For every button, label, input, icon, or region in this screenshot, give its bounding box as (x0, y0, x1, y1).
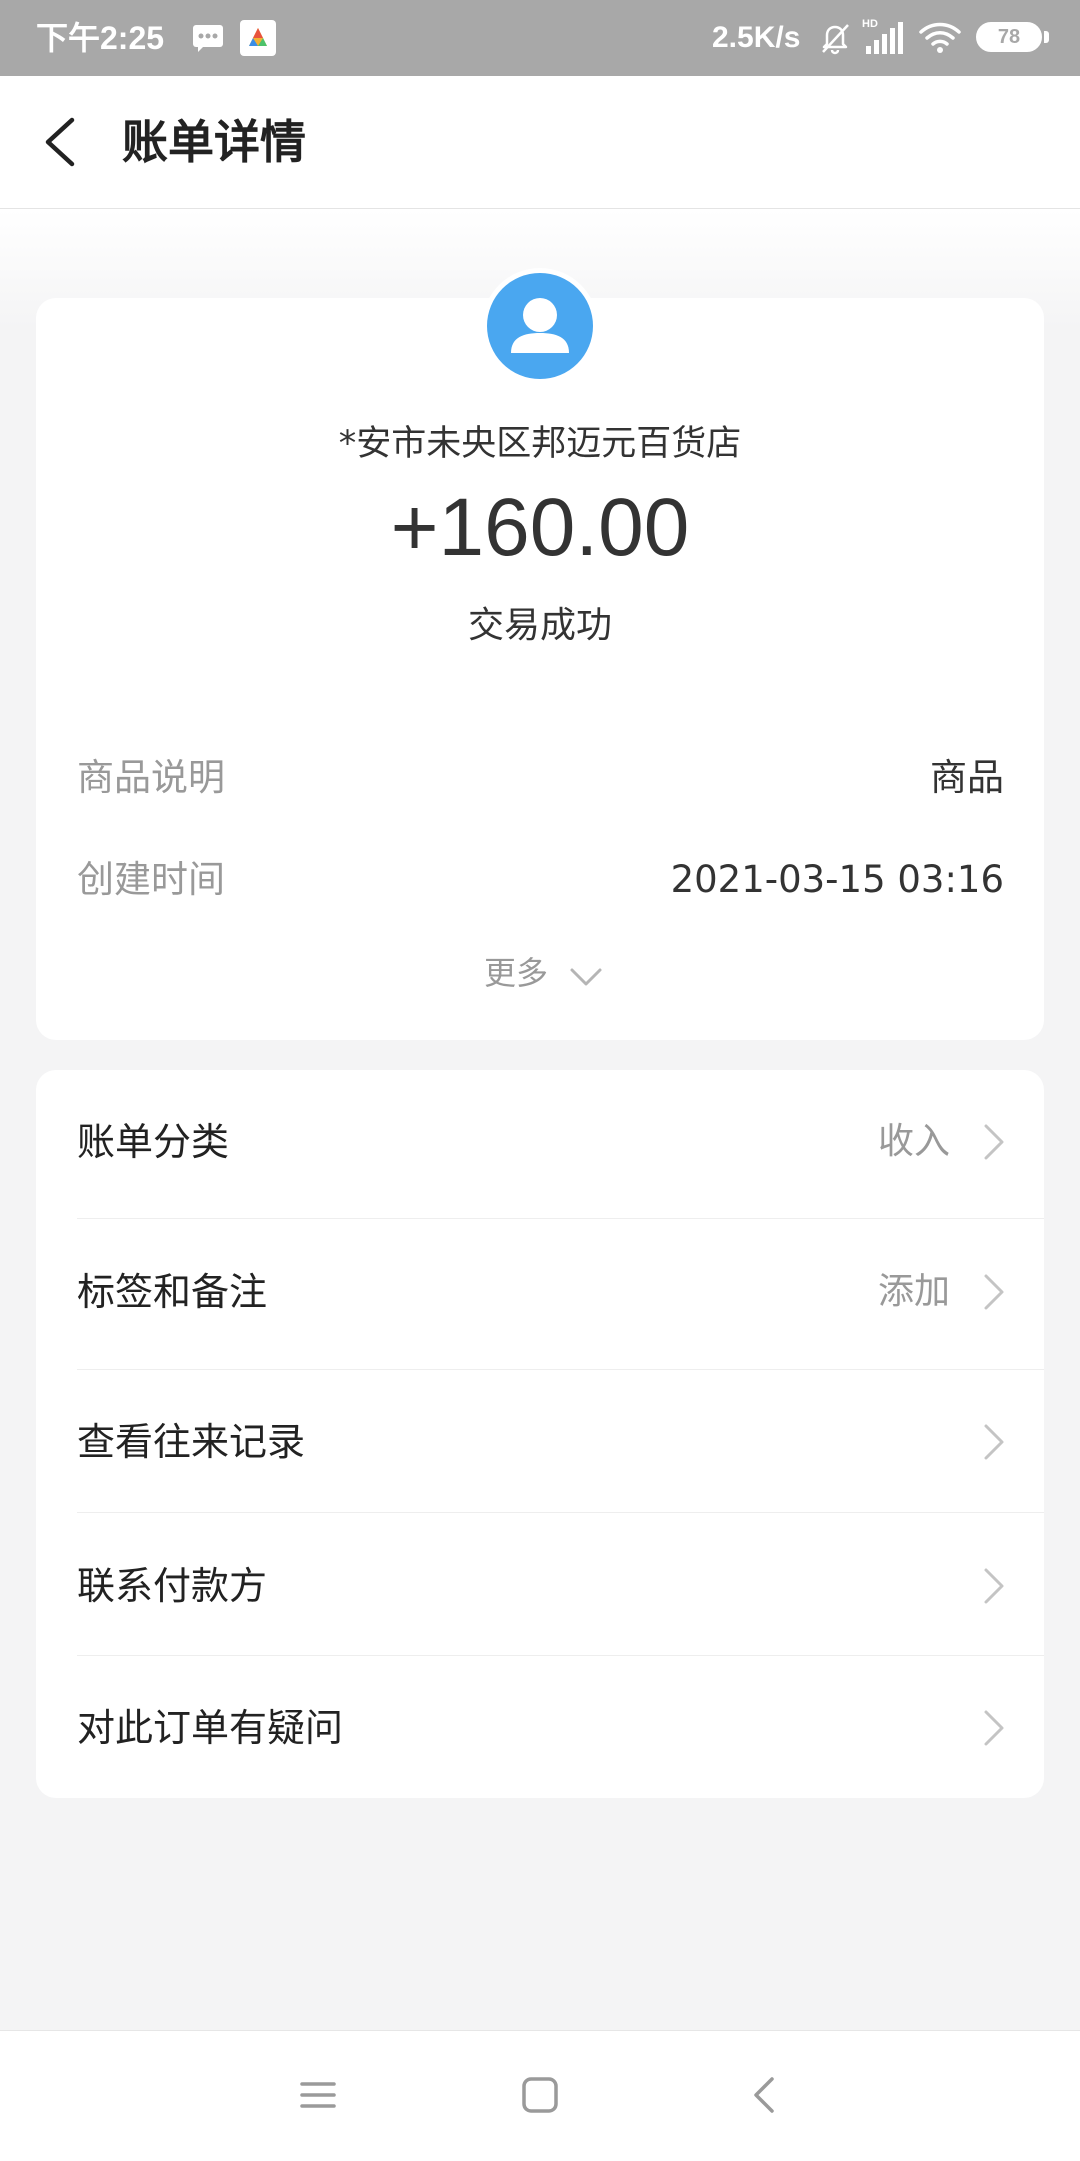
status-time: 下午2:25 (36, 20, 165, 56)
system-nav-bar (0, 2030, 1080, 2161)
chevron-down-icon[interactable] (566, 958, 606, 998)
message-icon (193, 25, 223, 52)
user-avatar-icon (482, 268, 598, 384)
battery-level: 78 (997, 26, 1021, 48)
chevron-left-icon[interactable] (30, 106, 94, 178)
divider (77, 1218, 1044, 1219)
signal-icon: HD (862, 18, 903, 54)
app-header: 账单详情 (0, 76, 1080, 209)
bell-muted-icon (822, 24, 849, 55)
summary-card (36, 298, 1044, 1040)
action-label: 对此订单有疑问 (77, 1706, 344, 1750)
battery-icon: 78 (976, 22, 1042, 52)
more-button[interactable]: 更多 (484, 948, 548, 994)
action-row-tags[interactable]: 标签和备注 添加 (36, 1264, 1044, 1320)
app-icon (240, 20, 276, 56)
action-row-history[interactable]: 查看往来记录 (36, 1414, 1044, 1470)
transaction-amount: +160.00 (390, 482, 690, 573)
action-value: 收入 (877, 1121, 950, 1162)
detail-value-created: 2021-03-15 03:16 (670, 858, 1004, 901)
status-bar: 下午2:25 2.5K/s HD 78 (0, 0, 1080, 76)
chevron-right-icon (984, 1710, 1004, 1746)
divider (77, 1512, 1044, 1513)
detail-value-product: 商品 (930, 756, 1004, 799)
wifi-icon (919, 22, 961, 53)
network-label: HD (862, 18, 878, 30)
home-icon[interactable] (504, 2059, 576, 2131)
action-row-category[interactable]: 账单分类 收入 (36, 1114, 1044, 1170)
chevron-right-icon (984, 1424, 1004, 1460)
action-label: 联系付款方 (77, 1564, 268, 1608)
action-value: 添加 (877, 1271, 950, 1312)
divider (77, 1369, 1044, 1370)
action-row-contact[interactable]: 联系付款方 (36, 1558, 1044, 1614)
chevron-right-icon (984, 1124, 1004, 1160)
divider (77, 1655, 1044, 1656)
page-title: 账单详情 (122, 115, 306, 169)
battery-tip (1044, 31, 1049, 43)
action-row-question[interactable]: 对此订单有疑问 (36, 1700, 1044, 1756)
transaction-status: 交易成功 (467, 605, 612, 646)
chevron-right-icon (984, 1274, 1004, 1310)
back-icon[interactable] (730, 2059, 802, 2131)
menu-icon[interactable] (282, 2059, 354, 2131)
chevron-right-icon (984, 1568, 1004, 1604)
detail-label-created: 创建时间 (77, 858, 225, 901)
action-label: 账单分类 (77, 1120, 230, 1164)
action-label: 标签和备注 (77, 1270, 268, 1314)
merchant-name: *安市未央区邦迈元百货店 (338, 424, 742, 464)
detail-label-product: 商品说明 (77, 756, 225, 799)
action-label: 查看往来记录 (77, 1420, 306, 1464)
network-speed: 2.5K/s (712, 21, 801, 54)
